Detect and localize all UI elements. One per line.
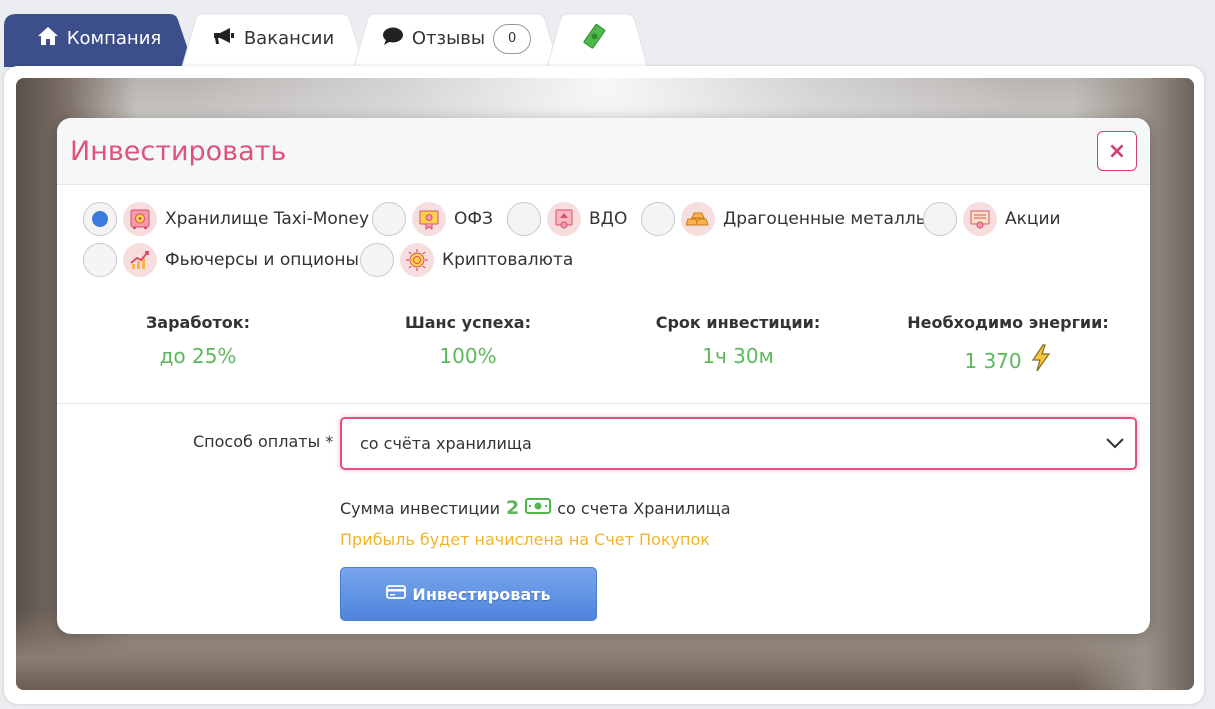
option-label: Драгоценные металлы — [723, 209, 930, 229]
option-label: Хранилище Taxi-Money — [165, 209, 370, 229]
stat-label: Срок инвестиции: — [655, 313, 821, 332]
tab-money[interactable] — [547, 12, 647, 67]
stat-label: Заработок: — [145, 313, 251, 332]
investment-sum-line: Сумма инвестиции 2 со счета Хранилища — [340, 497, 731, 519]
tab-bar: Компания Вакансии Отзывы 0 — [4, 12, 647, 67]
option-ofz[interactable]: ОФЗ — [372, 202, 493, 236]
tab-label: Отзывы — [411, 28, 486, 49]
sum-prefix: Сумма инвестиции — [340, 498, 501, 518]
radio-button[interactable] — [83, 202, 117, 236]
payment-method-label: Способ оплаты * — [193, 432, 334, 451]
option-label: ОФЗ — [454, 209, 493, 229]
lightning-icon — [1030, 344, 1052, 377]
payment-method-value: со счёта хранилища — [360, 434, 532, 453]
option-label: Фьючерсы и опционы — [165, 250, 359, 270]
tab-reviews[interactable]: Отзывы 0 — [354, 12, 559, 67]
invest-modal: Инвестировать × Хранилище Taxi-Money ОФЗ — [57, 118, 1150, 634]
chart-growth-icon — [123, 243, 157, 277]
bond-certificate-icon — [547, 202, 581, 236]
tab-label: Компания — [66, 28, 162, 49]
option-futures[interactable]: Фьючерсы и опционы — [83, 243, 359, 277]
radio-button[interactable] — [923, 202, 957, 236]
stat-value: 1 370 — [964, 348, 1022, 373]
option-crypto[interactable]: Криптовалюта — [360, 243, 573, 277]
credit-card-icon — [386, 584, 407, 604]
stat-value: 100% — [439, 344, 497, 368]
option-label: ВДО — [589, 209, 628, 229]
money-icon — [581, 23, 607, 54]
stock-certificate-icon — [963, 202, 997, 236]
profit-note: Прибыль будет начислена на Счет Покупок — [340, 530, 710, 549]
option-label: Криптовалюта — [442, 250, 574, 270]
modal-header: Инвестировать × — [57, 118, 1150, 185]
home-icon — [37, 26, 59, 51]
modal-title: Инвестировать — [70, 136, 287, 167]
close-button[interactable]: × — [1097, 131, 1137, 171]
radio-button[interactable] — [360, 243, 394, 277]
cash-icon — [525, 497, 552, 519]
stat-term: Срок инвестиции: 1ч 30м — [618, 313, 858, 368]
radio-button[interactable] — [507, 202, 541, 236]
safe-icon — [123, 202, 157, 236]
stat-energy: Необходимо энергии: 1 370 — [888, 313, 1128, 377]
reviews-count-badge: 0 — [493, 23, 532, 54]
comment-icon — [382, 26, 404, 51]
sum-amount: 2 — [506, 497, 520, 519]
stat-label: Необходимо энергии: — [907, 313, 1109, 332]
crypto-coin-icon — [400, 243, 434, 277]
tab-company[interactable]: Компания — [4, 12, 194, 67]
sum-suffix: со счета Хранилища — [557, 498, 731, 518]
payment-method-select[interactable]: со счёта хранилища — [340, 417, 1137, 470]
tab-label: Вакансии — [243, 28, 335, 49]
option-storage[interactable]: Хранилище Taxi-Money — [83, 202, 369, 236]
invest-button-label: Инвестировать — [412, 584, 551, 604]
gold-bars-icon — [681, 202, 715, 236]
section-divider — [57, 403, 1150, 404]
option-stocks[interactable]: Акции — [923, 202, 1061, 236]
radio-button[interactable] — [83, 243, 117, 277]
close-icon: × — [1107, 138, 1127, 164]
option-label: Акции — [1005, 209, 1061, 229]
radio-button[interactable] — [372, 202, 406, 236]
option-precious-metals[interactable]: Драгоценные металлы — [641, 202, 929, 236]
radio-button[interactable] — [641, 202, 675, 236]
stat-success-chance: Шанс успеха: 100% — [348, 313, 588, 368]
investment-stats: Заработок: до 25% Шанс успеха: 100% Срок… — [57, 313, 1150, 383]
stat-label: Шанс успеха: — [404, 313, 531, 332]
chevron-down-icon — [1105, 435, 1125, 454]
megaphone-icon — [212, 26, 236, 51]
stat-value: 1ч 30м — [702, 344, 774, 368]
stat-earnings: Заработок: до 25% — [78, 313, 318, 368]
option-vdo[interactable]: ВДО — [507, 202, 627, 236]
stat-value: до 25% — [159, 344, 237, 368]
bond-certificate-icon — [412, 202, 446, 236]
tab-vacancies[interactable]: Вакансии — [182, 12, 364, 67]
invest-button[interactable]: Инвестировать — [340, 567, 597, 621]
